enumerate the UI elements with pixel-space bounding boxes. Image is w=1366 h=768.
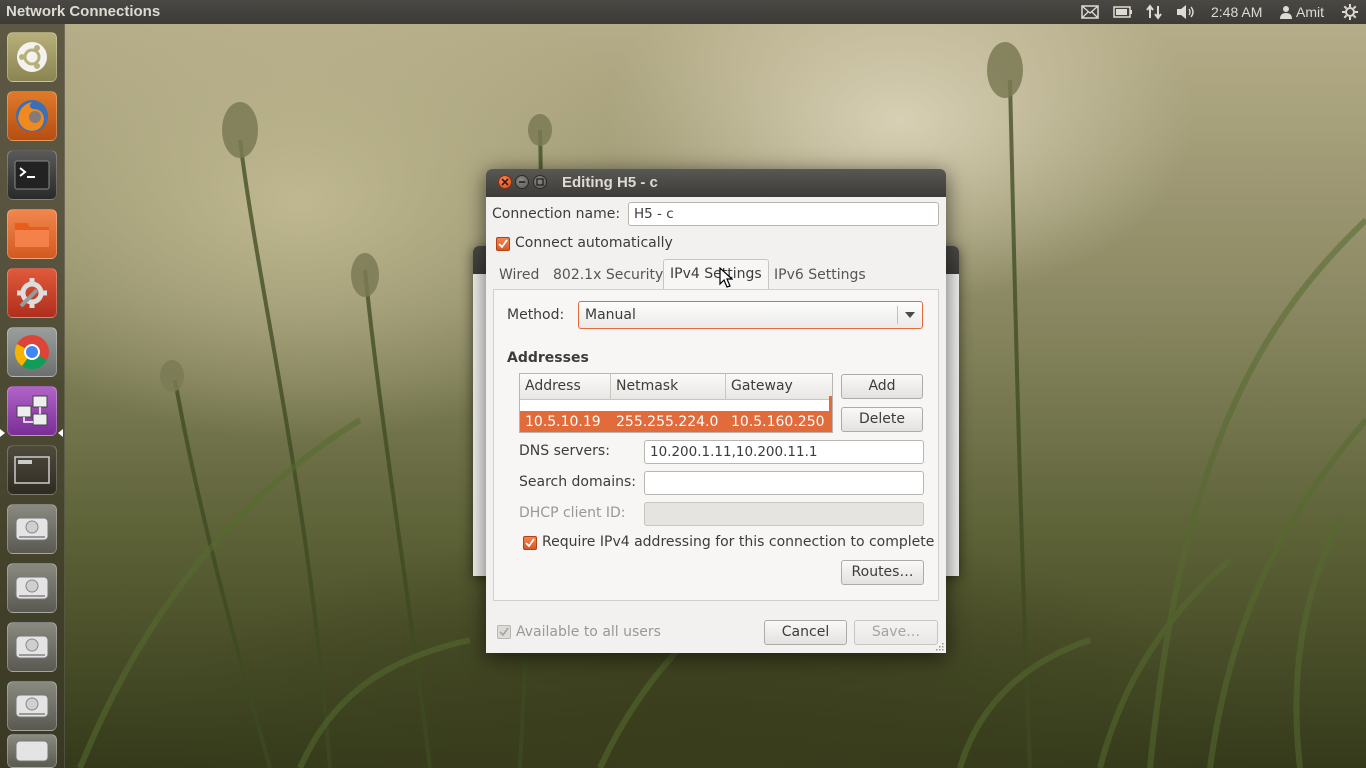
dialog-title: Editing H5 - c <box>562 174 658 191</box>
available-all-users-checkbox <box>497 625 511 639</box>
column-header-gateway[interactable]: Gateway <box>726 374 832 400</box>
network-connections-icon[interactable] <box>7 386 57 436</box>
dns-servers-field[interactable]: 10.200.1.11,10.200.11.1 <box>644 440 924 464</box>
table-row[interactable]: 10.5.10.19 255.255.224.0 10.5.160.250 <box>520 411 832 432</box>
addresses-heading: Addresses <box>507 350 589 366</box>
delete-button[interactable]: Delete <box>841 407 923 432</box>
require-ipv4-label[interactable]: Require IPv4 addressing for this connect… <box>542 534 934 550</box>
drive-icon[interactable] <box>7 504 57 554</box>
connect-automatically-label[interactable]: Connect automatically <box>515 235 673 251</box>
tab-wired[interactable]: Wired <box>493 261 545 289</box>
drive-icon[interactable] <box>7 681 57 731</box>
netmask-cell[interactable]: 255.255.224.0 <box>611 411 718 432</box>
dhcp-client-id-label: DHCP client ID: <box>519 505 626 521</box>
column-header-netmask[interactable]: Netmask <box>611 374 726 400</box>
network-transfer-icon[interactable] <box>1144 0 1164 24</box>
gateway-cell[interactable]: 10.5.160.250 <box>726 411 825 432</box>
cancel-button[interactable]: Cancel <box>764 620 847 645</box>
files-icon[interactable] <box>7 209 57 259</box>
save-button: Save… <box>854 620 938 645</box>
column-header-address[interactable]: Address <box>520 374 611 400</box>
battery-icon[interactable] <box>1112 0 1134 24</box>
address-cell[interactable]: 10.5.10.19 <box>520 411 601 432</box>
maximize-button[interactable] <box>533 175 547 189</box>
drive-icon[interactable] <box>7 563 57 613</box>
running-indicator <box>0 429 5 437</box>
launcher <box>0 24 65 768</box>
method-value: Manual <box>585 307 636 323</box>
editing-connection-dialog: Editing H5 - c Connection name: H5 - c C… <box>486 169 946 653</box>
user-name[interactable]: Amit <box>1296 4 1324 20</box>
chrome-icon[interactable] <box>7 327 57 377</box>
available-all-users-label: Available to all users <box>516 624 661 640</box>
method-dropdown[interactable]: Manual <box>578 301 923 329</box>
app-title: Network Connections <box>6 3 161 20</box>
mouse-pointer-icon <box>719 267 733 288</box>
addresses-table[interactable]: Address Netmask Gateway 10.5.10.19 255.2… <box>519 373 833 433</box>
drive-icon[interactable] <box>7 734 57 768</box>
dialog-titlebar[interactable]: Editing H5 - c <box>486 169 946 197</box>
tab-8021x-security[interactable]: 802.1x Security <box>547 261 669 289</box>
volume-icon[interactable] <box>1175 0 1197 24</box>
clock[interactable]: 2:48 AM <box>1211 4 1262 20</box>
workspace-switcher-icon[interactable] <box>7 445 57 495</box>
dhcp-client-id-field <box>644 502 924 526</box>
connection-name-field[interactable]: H5 - c <box>628 202 939 226</box>
connection-name-label: Connection name: <box>492 206 621 222</box>
dash-home-icon[interactable] <box>7 32 57 82</box>
connect-automatically-checkbox[interactable] <box>496 237 510 251</box>
dns-servers-label: DNS servers: <box>519 443 610 459</box>
resize-grip-icon[interactable] <box>934 641 944 651</box>
user-icon[interactable] <box>1278 0 1294 24</box>
search-domains-field[interactable] <box>644 471 924 495</box>
search-domains-label: Search domains: <box>519 474 636 490</box>
chevron-down-icon <box>905 312 915 318</box>
tab-ipv6-settings[interactable]: IPv6 Settings <box>768 261 872 289</box>
mail-icon[interactable] <box>1080 0 1100 24</box>
drive-icon[interactable] <box>7 622 57 672</box>
session-gear-icon[interactable] <box>1340 0 1360 24</box>
tab-ipv4-settings[interactable]: IPv4 Settings <box>663 259 769 290</box>
top-panel: Network Connections 2:48 AM Amit <box>0 0 1366 24</box>
require-ipv4-checkbox[interactable] <box>523 536 537 550</box>
close-button[interactable] <box>498 175 512 189</box>
firefox-icon[interactable] <box>7 91 57 141</box>
add-button[interactable]: Add <box>841 374 923 399</box>
minimize-button[interactable] <box>515 175 529 189</box>
terminal-icon[interactable] <box>7 150 57 200</box>
method-label: Method: <box>507 307 565 323</box>
routes-button[interactable]: Routes… <box>841 560 924 585</box>
dropdown-separator <box>897 306 898 324</box>
focus-indicator <box>58 429 63 437</box>
system-settings-icon[interactable] <box>7 268 57 318</box>
